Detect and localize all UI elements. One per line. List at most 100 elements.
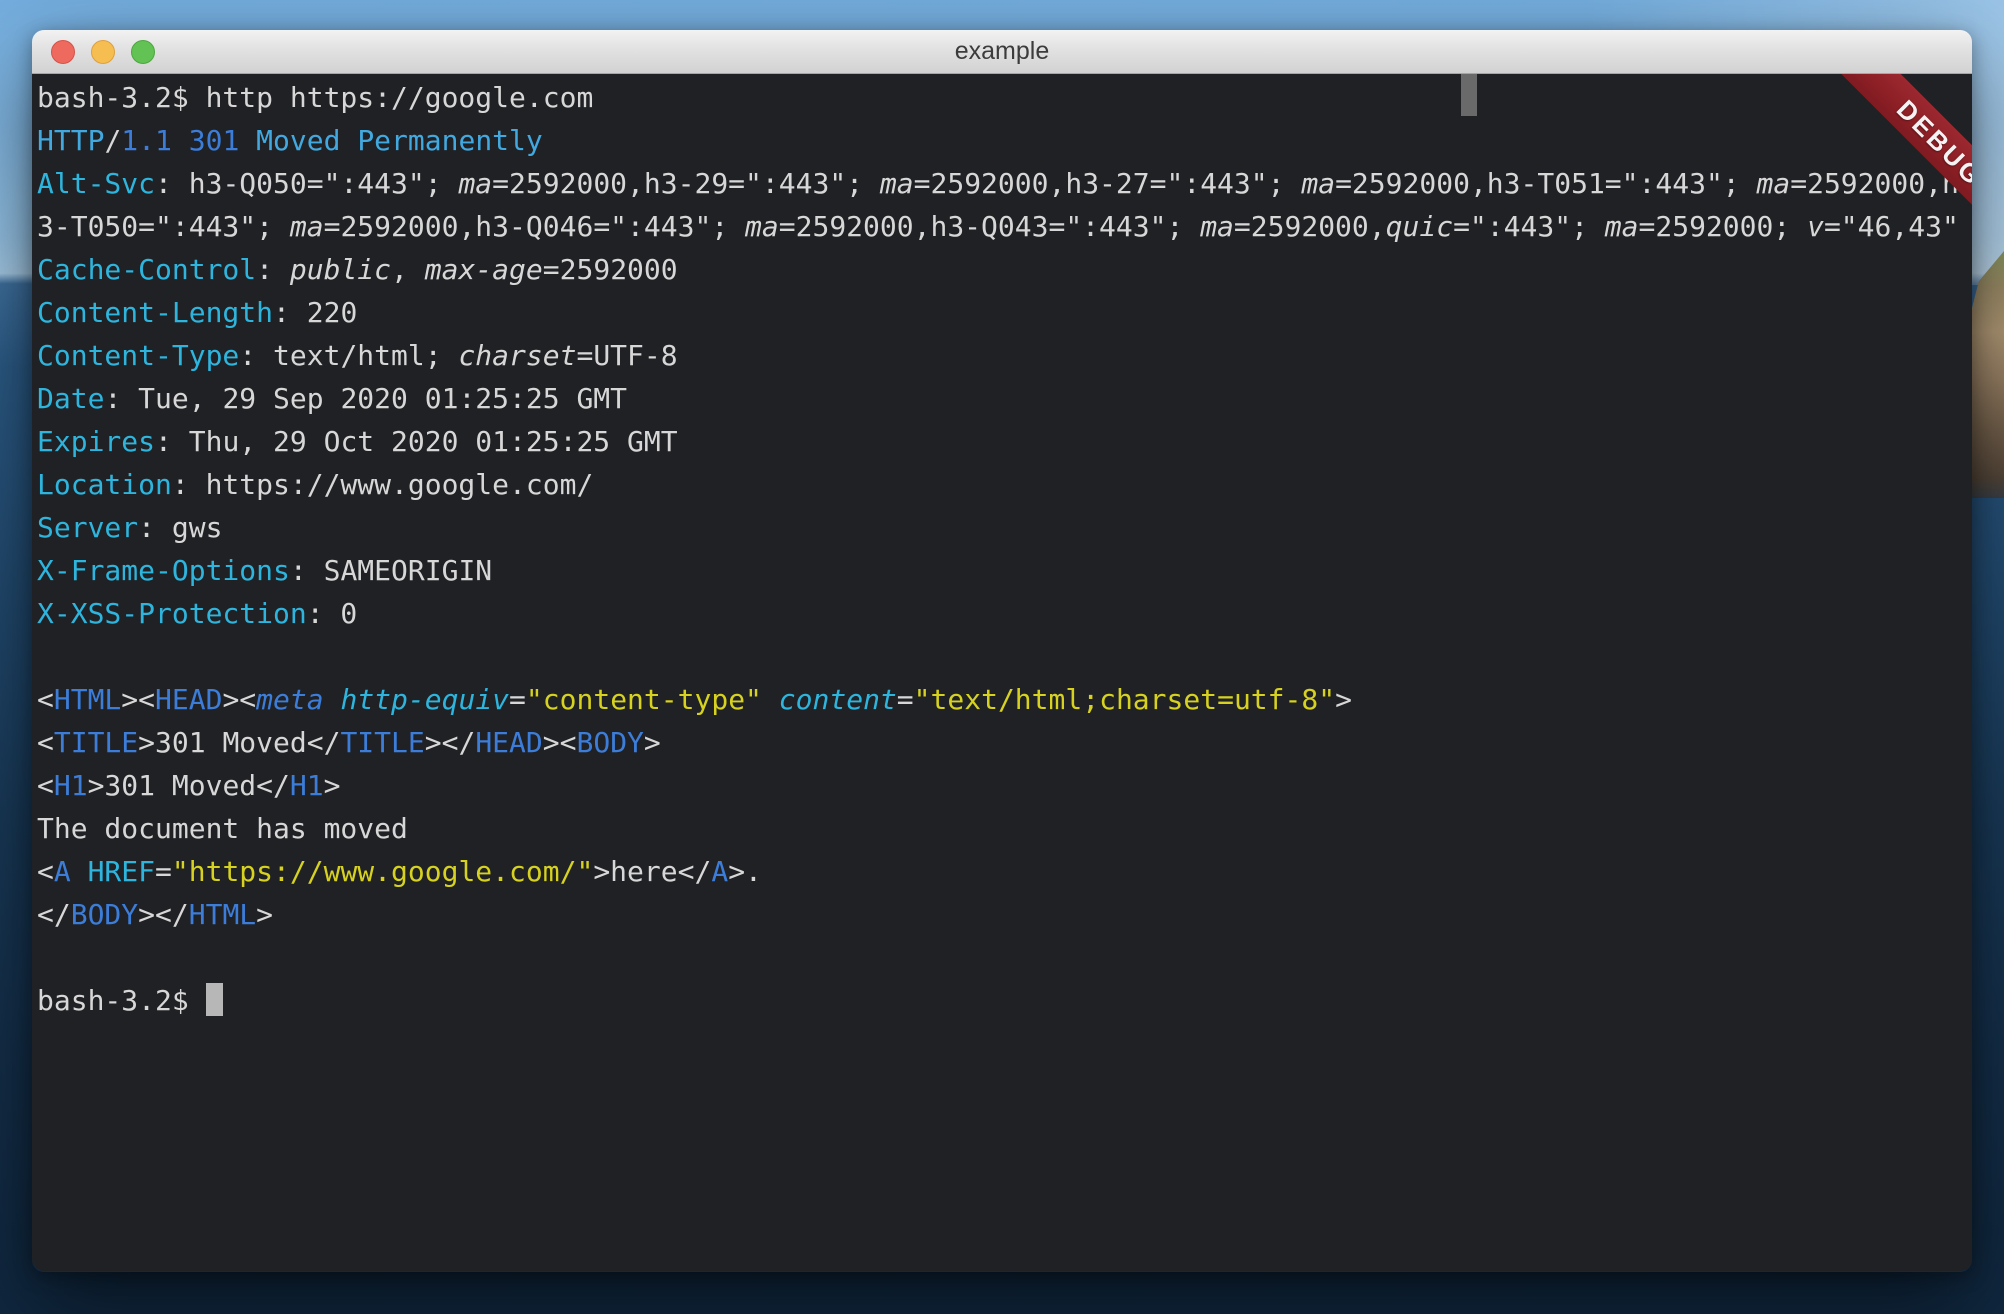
text-segment: ma: [458, 167, 492, 200]
text-segment: ><: [222, 683, 256, 716]
terminal-window: example bash-3.2$ http https://google.co…: [32, 30, 1972, 1272]
text-segment: charset: [458, 339, 576, 372]
text-segment: ,: [391, 253, 425, 286]
text-segment: http-equiv: [340, 683, 509, 716]
terminal-line: </BODY></HTML>: [37, 893, 1972, 936]
text-segment: quic: [1386, 210, 1453, 243]
text-segment: BODY: [71, 898, 138, 931]
text-segment: A: [711, 855, 728, 888]
text-segment: ma: [1757, 167, 1791, 200]
text-segment: H1: [54, 769, 88, 802]
text-segment: <: [37, 855, 54, 888]
terminal-line: [37, 635, 1972, 678]
block-cursor: [206, 983, 223, 1016]
text-segment: =":443";: [1453, 210, 1605, 243]
text-segment: =2592000,h3-T051=":443";: [1335, 167, 1756, 200]
text-segment: <: [37, 769, 54, 802]
text-segment: ma: [1200, 210, 1234, 243]
terminal-line: HTTP/1.1 301 Moved Permanently: [37, 119, 1972, 162]
text-segment: v: [1807, 210, 1824, 243]
text-segment: HTML: [189, 898, 256, 931]
text-segment: [239, 124, 256, 157]
terminal-line: <HTML><HEAD><meta http-equiv="content-ty…: [37, 678, 1972, 721]
text-segment: ma: [880, 167, 914, 200]
text-segment: Content-Length: [37, 296, 273, 329]
text-segment: [71, 855, 88, 888]
text-segment: : text/html;: [239, 339, 458, 372]
text-segment: public: [290, 253, 391, 286]
terminal-line: Expires: Thu, 29 Oct 2020 01:25:25 GMT: [37, 420, 1972, 463]
terminal-line: Date: Tue, 29 Sep 2020 01:25:25 GMT: [37, 377, 1972, 420]
terminal-line: [37, 936, 1972, 979]
text-segment: HREF: [88, 855, 155, 888]
text-segment: BODY: [576, 726, 643, 759]
text-segment: "https://www.google.com/": [172, 855, 593, 888]
text-segment: The document has moved: [37, 812, 408, 845]
terminal-line: Server: gws: [37, 506, 1972, 549]
text-segment: >.: [728, 855, 762, 888]
text-segment: : SAMEORIGIN: [290, 554, 492, 587]
text-segment: X-XSS-Protection: [37, 597, 307, 630]
text-segment: =: [509, 683, 526, 716]
terminal-line: X-XSS-Protection: 0: [37, 592, 1972, 635]
text-segment: meta: [256, 683, 323, 716]
text-segment: >: [644, 726, 661, 759]
terminal-line: X-Frame-Options: SAMEORIGIN: [37, 549, 1972, 592]
text-segment: TITLE: [340, 726, 424, 759]
text-segment: Location: [37, 468, 172, 501]
text-segment: ></: [425, 726, 476, 759]
text-segment: [324, 683, 341, 716]
text-segment: : 220: [273, 296, 357, 329]
text-segment: "text/html;charset=utf-8": [914, 683, 1335, 716]
text-segment: /: [104, 124, 121, 157]
terminal-line: 3-T050=":443"; ma=2592000,h3-Q046=":443"…: [37, 205, 1972, 248]
text-segment: ma: [290, 210, 324, 243]
terminal-line: Content-Length: 220: [37, 291, 1972, 334]
desktop-wallpaper: example bash-3.2$ http https://google.co…: [0, 0, 2004, 1314]
text-segment: >: [1335, 683, 1352, 716]
text-segment: bash-3.2$ http https://google.com: [37, 81, 593, 114]
text-segment: TITLE: [54, 726, 138, 759]
pointer-block: [1461, 74, 1477, 116]
window-titlebar[interactable]: example: [32, 30, 1972, 74]
text-segment: =2592000,: [1234, 210, 1386, 243]
text-segment: ></: [138, 898, 189, 931]
text-segment: =2592000: [543, 253, 678, 286]
terminal-line: The document has moved: [37, 807, 1972, 850]
text-segment: 1.1 301: [121, 124, 239, 157]
terminal-content[interactable]: bash-3.2$ http https://google.com HTTP/1.…: [32, 74, 1972, 1271]
text-segment: >301 Moved</: [88, 769, 290, 802]
text-segment: :: [256, 253, 290, 286]
text-segment: ma: [745, 210, 779, 243]
text-segment: =2592000,h3-27=":443";: [914, 167, 1302, 200]
text-segment: A: [54, 855, 71, 888]
text-segment: =2592000,h: [1790, 167, 1959, 200]
text-segment: HTTP: [37, 124, 104, 157]
text-segment: ><: [121, 683, 155, 716]
zoom-button[interactable]: [131, 40, 155, 64]
text-segment: =: [155, 855, 172, 888]
text-segment: X-Frame-Options: [37, 554, 290, 587]
text-segment: : Tue, 29 Sep 2020 01:25:25 GMT: [104, 382, 627, 415]
terminal-line: bash-3.2$: [37, 979, 1972, 1022]
terminal-line: bash-3.2$ http https://google.com: [37, 76, 1972, 119]
text-segment: : 0: [307, 597, 358, 630]
text-segment: HEAD: [155, 683, 222, 716]
terminal-line: Location: https://www.google.com/: [37, 463, 1972, 506]
text-segment: Alt-Svc: [37, 167, 155, 200]
text-segment: Moved Permanently: [256, 124, 543, 157]
text-segment: >: [324, 769, 341, 802]
terminal-line: <H1>301 Moved</H1>: [37, 764, 1972, 807]
text-segment: =2592000,h3-Q043=":443";: [779, 210, 1200, 243]
text-segment: HTML: [54, 683, 121, 716]
text-segment: : h3-Q050=":443";: [155, 167, 458, 200]
text-segment: <: [37, 726, 54, 759]
traffic-lights: [51, 30, 155, 74]
text-segment: Expires: [37, 425, 155, 458]
minimize-button[interactable]: [91, 40, 115, 64]
text-segment: : https://www.google.com/: [172, 468, 593, 501]
text-segment: ="46,43": [1824, 210, 1959, 243]
text-segment: Date: [37, 382, 104, 415]
terminal-line: Alt-Svc: h3-Q050=":443"; ma=2592000,h3-2…: [37, 162, 1972, 205]
close-button[interactable]: [51, 40, 75, 64]
